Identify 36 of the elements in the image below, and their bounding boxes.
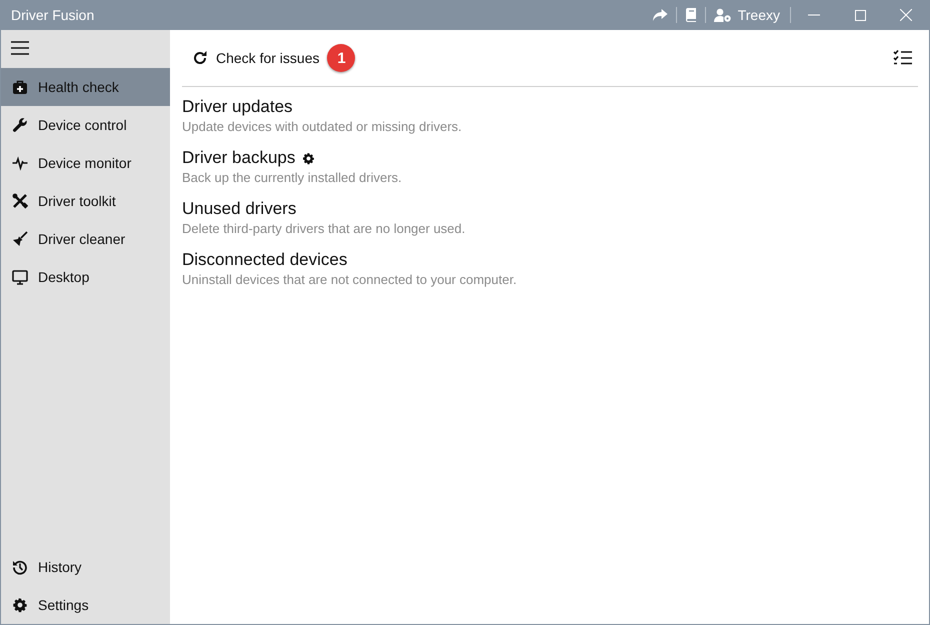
- user-gear-icon[interactable]: [714, 8, 732, 22]
- sidebar-item[interactable]: Driver cleaner: [1, 220, 170, 258]
- history-icon: [12, 559, 28, 575]
- pulse-icon: [12, 155, 28, 171]
- sidebar-item[interactable]: Desktop: [1, 258, 170, 296]
- section-description: Update devices with outdated or missing drivers.: [182, 119, 463, 134]
- sidebar-item[interactable]: History: [1, 548, 170, 586]
- sidebar-item[interactable]: Health check: [1, 68, 170, 106]
- section-description: Back up the currently installed drivers.: [182, 170, 403, 185]
- wrench-icon: [12, 117, 28, 133]
- section-title[interactable]: Driver backups: [182, 148, 296, 168]
- window-title: Driver Fusion: [10, 7, 96, 23]
- book-icon[interactable]: [684, 8, 697, 22]
- close-icon: [900, 9, 912, 21]
- sidebar-item[interactable]: Driver toolkit: [1, 182, 170, 220]
- briefcase-icon: [12, 79, 28, 95]
- settings-icon[interactable]: [302, 152, 316, 164]
- menu-button[interactable]: [11, 40, 29, 56]
- sidebar-item[interactable]: Settings: [1, 586, 170, 624]
- share-icon[interactable]: [652, 8, 668, 22]
- notification-badge: 1: [327, 44, 356, 72]
- refresh-icon: [192, 50, 208, 66]
- section-description: Delete third-party drivers that are no longer used.: [182, 221, 466, 236]
- section-description: Uninstall devices that are not connected to your computer.: [182, 272, 518, 287]
- section-title[interactable]: Driver updates: [182, 97, 293, 117]
- check-for-issues-button[interactable]: Check for issues: [182, 41, 320, 75]
- broom-icon: [12, 231, 28, 247]
- maximize-icon: [854, 10, 866, 20]
- monitor-icon: [12, 269, 28, 285]
- sidebar-item[interactable]: Device control: [1, 106, 170, 144]
- section-title[interactable]: Unused drivers: [182, 199, 296, 219]
- tools-icon: [12, 193, 28, 209]
- settings-icon: [12, 597, 28, 613]
- sidebar-item[interactable]: Device monitor: [1, 144, 170, 182]
- section-title[interactable]: Disconnected devices: [182, 250, 348, 270]
- minimize-icon: [808, 14, 820, 16]
